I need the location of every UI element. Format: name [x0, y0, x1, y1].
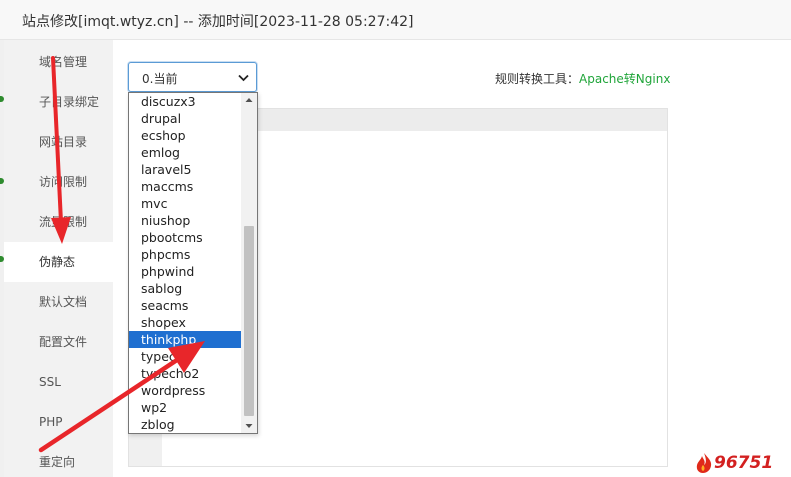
- option-wordpress[interactable]: wordpress: [129, 382, 241, 399]
- option-phpwind[interactable]: phpwind: [129, 263, 241, 280]
- select-value: 0.当前: [142, 72, 178, 86]
- sidebar-item-default-doc[interactable]: 默认文档: [4, 282, 113, 322]
- option-emlog[interactable]: emlog: [129, 144, 241, 161]
- sidebar-item-site-dir[interactable]: 网站目录: [4, 122, 113, 162]
- sidebar-item-redirect[interactable]: 重定向: [4, 442, 113, 477]
- watermark-text: 96751: [714, 453, 774, 473]
- watermark-logo: 96751: [694, 450, 791, 477]
- option-laravel5[interactable]: laravel5: [129, 161, 241, 178]
- rewrite-template-dropdown: discuzx3 drupal ecshop emlog laravel5 ma…: [128, 92, 258, 434]
- option-discuzx3[interactable]: discuzx3: [129, 93, 241, 110]
- flame-logo-icon: [696, 453, 712, 473]
- sidebar-item-traffic-limit[interactable]: 流量限制: [4, 202, 113, 242]
- sidebar-item-subdir[interactable]: 子目录绑定: [4, 82, 113, 122]
- apache-to-nginx-link[interactable]: Apache转Nginx: [579, 72, 670, 86]
- option-drupal[interactable]: drupal: [129, 110, 241, 127]
- dropdown-scrollbar[interactable]: [241, 93, 257, 433]
- option-mvc[interactable]: mvc: [129, 195, 241, 212]
- conversion-tool: 规则转换工具：Apache转Nginx: [495, 70, 670, 87]
- option-niushop[interactable]: niushop: [129, 212, 241, 229]
- option-maccms[interactable]: maccms: [129, 178, 241, 195]
- dialog-title: 站点修改[imqt.wtyz.cn] -- 添加时间[2023-11-28 05…: [22, 14, 414, 30]
- sidebar-item-config-file[interactable]: 配置文件: [4, 322, 113, 362]
- option-phpcms[interactable]: phpcms: [129, 246, 241, 263]
- option-pbootcms[interactable]: pbootcms: [129, 229, 241, 246]
- option-seacms[interactable]: seacms: [129, 297, 241, 314]
- option-typecho[interactable]: typecho: [129, 348, 241, 365]
- triangle-down-icon[interactable]: [241, 419, 257, 433]
- dialog-titlebar: 站点修改[imqt.wtyz.cn] -- 添加时间[2023-11-28 05…: [0, 0, 791, 40]
- sidebar-item-access-limit[interactable]: 访问限制: [4, 162, 113, 202]
- scrollbar-thumb[interactable]: [244, 226, 254, 416]
- option-zblog[interactable]: zblog: [129, 416, 241, 433]
- rewrite-template-select[interactable]: 0.当前: [128, 62, 257, 92]
- sidebar-item-ssl[interactable]: SSL: [4, 362, 113, 402]
- chevron-down-icon: [238, 74, 249, 82]
- sidebar-item-php[interactable]: PHP: [4, 402, 113, 442]
- sidebar-item-domain[interactable]: 域名管理: [4, 42, 113, 82]
- option-shopex[interactable]: shopex: [129, 314, 241, 331]
- triangle-up-icon[interactable]: [241, 93, 257, 107]
- conversion-tool-label: 规则转换工具：: [495, 72, 580, 86]
- option-wp2[interactable]: wp2: [129, 399, 241, 416]
- option-typecho2[interactable]: typecho2: [129, 365, 241, 382]
- option-sablog[interactable]: sablog: [129, 280, 241, 297]
- sidebar-item-rewrite[interactable]: 伪静态: [4, 242, 113, 282]
- settings-sidebar: 域名管理 子目录绑定 网站目录 访问限制 流量限制 伪静态 默认文档 配置文件 …: [4, 40, 113, 477]
- dropdown-option-list: discuzx3 drupal ecshop emlog laravel5 ma…: [129, 93, 241, 433]
- option-thinkphp-selected[interactable]: thinkphp: [129, 331, 241, 348]
- option-ecshop[interactable]: ecshop: [129, 127, 241, 144]
